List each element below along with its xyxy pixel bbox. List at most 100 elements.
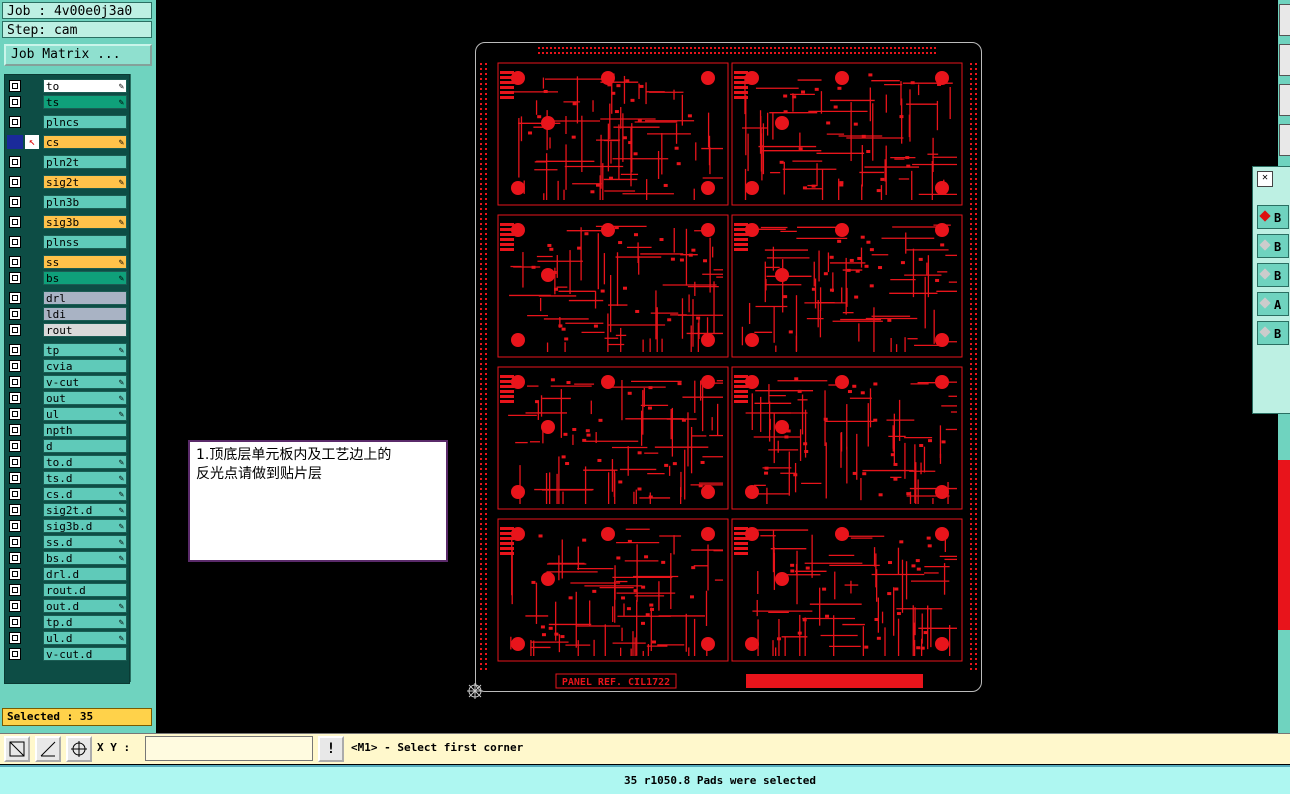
layer-name[interactable]: bs ✎ [43, 271, 127, 285]
layer-checkbox[interactable] [9, 308, 21, 320]
layer-name[interactable]: drl.d [43, 567, 127, 581]
pcb-panel[interactable]: PANEL REF. CIL1722 [475, 42, 982, 692]
layer-checkbox[interactable] [9, 216, 21, 228]
layer-row-cs[interactable]: ↖ cs ✎ [7, 135, 127, 149]
float-panel-item[interactable]: A [1257, 292, 1289, 316]
layer-name[interactable]: ts ✎ [43, 95, 127, 109]
layer-name[interactable]: pln3b [43, 195, 127, 209]
layer-row-v-cut[interactable]: v-cut ✎ [7, 375, 127, 389]
layer-checkbox[interactable] [9, 584, 21, 596]
layer-name[interactable]: sig3b ✎ [43, 215, 127, 229]
layer-checkbox[interactable] [9, 616, 21, 628]
layer-name[interactable]: ss.d ✎ [43, 535, 127, 549]
float-panel-item[interactable]: B [1257, 205, 1289, 229]
layer-checkbox[interactable] [9, 272, 21, 284]
layer-row-cvia[interactable]: cvia [7, 359, 127, 373]
layer-name[interactable]: d [43, 439, 127, 453]
layer-name[interactable]: to.d ✎ [43, 455, 127, 469]
layer-name[interactable]: to ✎ [43, 79, 127, 93]
layer-checkbox[interactable] [9, 568, 21, 580]
layer-row-plnss[interactable]: plnss [7, 235, 127, 249]
layer-row-drl.d[interactable]: drl.d [7, 567, 127, 581]
layer-row-tp[interactable]: tp ✎ [7, 343, 127, 357]
zoom-window-button[interactable] [4, 736, 30, 762]
layer-name[interactable]: v-cut.d [43, 647, 127, 661]
float-panel-item[interactable]: B [1257, 263, 1289, 287]
measure-button[interactable] [35, 736, 61, 762]
layer-name[interactable]: ts.d ✎ [43, 471, 127, 485]
layer-row-sig3b.d[interactable]: sig3b.d ✎ [7, 519, 127, 533]
layer-checkbox[interactable] [9, 408, 21, 420]
layer-name[interactable]: sig2t.d ✎ [43, 503, 127, 517]
xy-input[interactable] [145, 736, 313, 761]
layer-name[interactable]: ul.d ✎ [43, 631, 127, 645]
layer-row-rout.d[interactable]: rout.d [7, 583, 127, 597]
layer-checkbox[interactable] [9, 96, 21, 108]
layer-checkbox[interactable] [9, 456, 21, 468]
layer-checkbox[interactable] [9, 376, 21, 388]
layer-checkbox[interactable] [9, 552, 21, 564]
layer-list-scrollbar[interactable] [130, 74, 153, 682]
layer-row-npth[interactable]: npth [7, 423, 127, 437]
layer-checkbox[interactable] [9, 392, 21, 404]
layer-row-sig2t[interactable]: sig2t ✎ [7, 175, 127, 189]
layer-name[interactable]: rout [43, 323, 127, 337]
layer-checkbox[interactable] [9, 360, 21, 372]
layer-checkbox[interactable] [9, 488, 21, 500]
layer-checkbox[interactable] [9, 80, 21, 92]
layer-checkbox[interactable] [9, 324, 21, 336]
layer-name[interactable]: tp ✎ [43, 343, 127, 357]
layer-name[interactable]: bs.d ✎ [43, 551, 127, 565]
layer-row-v-cut.d[interactable]: v-cut.d [7, 647, 127, 661]
layer-name[interactable]: pln2t [43, 155, 127, 169]
layer-row-plncs[interactable]: plncs [7, 115, 127, 129]
layer-checkbox[interactable] [9, 472, 21, 484]
layer-row-out[interactable]: out ✎ [7, 391, 127, 405]
layer-row-to[interactable]: to ✎ [7, 79, 127, 93]
layer-checkbox[interactable] [9, 256, 21, 268]
layer-row-ss.d[interactable]: ss.d ✎ [7, 535, 127, 549]
layer-row-rout[interactable]: rout [7, 323, 127, 337]
layer-name[interactable]: plnss [43, 235, 127, 249]
right-tool-button-1[interactable] [1279, 4, 1290, 36]
layer-row-sig2t.d[interactable]: sig2t.d ✎ [7, 503, 127, 517]
layer-name[interactable]: cs.d ✎ [43, 487, 127, 501]
layer-checkbox[interactable] [9, 236, 21, 248]
layer-row-bs.d[interactable]: bs.d ✎ [7, 551, 127, 565]
layer-name[interactable]: plncs [43, 115, 127, 129]
right-tool-button-3[interactable] [1279, 84, 1290, 116]
layer-checkbox[interactable] [9, 632, 21, 644]
layer-row-ul[interactable]: ul ✎ [7, 407, 127, 421]
layer-checkbox[interactable] [9, 600, 21, 612]
layer-name[interactable]: cs ✎ [43, 135, 127, 149]
layer-row-sig3b[interactable]: sig3b ✎ [7, 215, 127, 229]
close-icon[interactable]: ✕ [1257, 171, 1273, 187]
layer-name[interactable]: out ✎ [43, 391, 127, 405]
layer-checkbox[interactable] [9, 176, 21, 188]
layer-name[interactable]: sig2t ✎ [43, 175, 127, 189]
layer-name[interactable]: v-cut ✎ [43, 375, 127, 389]
layer-name[interactable]: out.d ✎ [43, 599, 127, 613]
layer-row-d[interactable]: d [7, 439, 127, 453]
layer-row-ts.d[interactable]: ts.d ✎ [7, 471, 127, 485]
layer-checkbox[interactable] [9, 116, 21, 128]
layer-name[interactable]: npth [43, 423, 127, 437]
layer-row-tp.d[interactable]: tp.d ✎ [7, 615, 127, 629]
float-panel-item[interactable]: B [1257, 321, 1289, 345]
layer-row-to.d[interactable]: to.d ✎ [7, 455, 127, 469]
layer-row-ul.d[interactable]: ul.d ✎ [7, 631, 127, 645]
layer-name[interactable]: rout.d [43, 583, 127, 597]
layer-row-ts[interactable]: ts ✎ [7, 95, 127, 109]
layer-row-ldi[interactable]: ldi [7, 307, 127, 321]
layer-checkbox[interactable] [9, 156, 21, 168]
layer-name[interactable]: ss ✎ [43, 255, 127, 269]
layer-name[interactable]: ldi [43, 307, 127, 321]
grid-snap-button[interactable] [66, 736, 92, 762]
layer-checkbox[interactable] [9, 440, 21, 452]
layer-row-ss[interactable]: ss ✎ [7, 255, 127, 269]
layer-row-out.d[interactable]: out.d ✎ [7, 599, 127, 613]
layer-row-bs[interactable]: bs ✎ [7, 271, 127, 285]
layer-checkbox[interactable] [9, 292, 21, 304]
layer-name[interactable]: cvia [43, 359, 127, 373]
layer-row-pln3b[interactable]: pln3b [7, 195, 127, 209]
